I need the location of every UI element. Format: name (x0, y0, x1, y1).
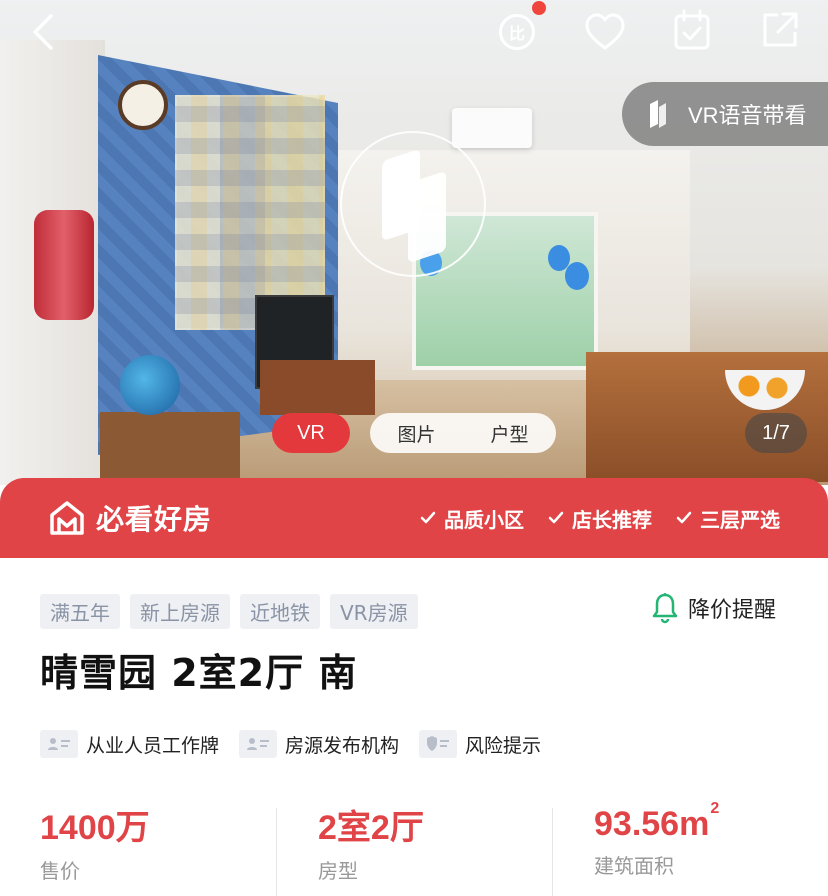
cert-label: 从业人员工作牌 (86, 734, 220, 757)
price-drop-alert-label: 降价提醒 (688, 598, 777, 623)
listing-title: 晴雪园 2室2厅 南 (40, 651, 358, 695)
heart-icon (585, 13, 625, 50)
credentials-row: 从业人员工作牌 房源发布机构 风险提示 (40, 730, 541, 758)
badge-label: 品质小区 (444, 507, 524, 532)
tab-floorplan[interactable]: 户型 (490, 420, 528, 447)
photo-tv-cabinet (260, 360, 375, 415)
photo-globe (120, 355, 180, 415)
media-tabs: VR 图片 户型 (272, 413, 556, 453)
favorite-button[interactable] (583, 10, 627, 54)
id-card-icon (239, 730, 278, 758)
divider (276, 808, 277, 896)
cert-label: 风险提示 (465, 734, 542, 757)
photo-balloon (565, 262, 589, 290)
stat-area: 93.56m2 建筑面积 (594, 800, 719, 879)
stat-area-unit-sup: 2 (710, 800, 720, 817)
id-card-icon (40, 730, 78, 758)
vr-icon (650, 100, 666, 128)
photo-ceiling-light (452, 108, 532, 148)
stat-layout-value: 2室2厅 (318, 809, 424, 847)
badge-label: 店长推荐 (572, 507, 652, 532)
tab-group: 图片 户型 (370, 413, 556, 453)
price-drop-alert-button[interactable]: 降价提醒 (652, 592, 776, 624)
stat-price-label: 售价 (40, 859, 80, 883)
house-logo-icon (50, 501, 84, 535)
tab-vr-label: VR (297, 421, 325, 444)
cert-staff-badge[interactable]: 从业人员工作牌 (40, 730, 219, 758)
vr-play-icon-back (408, 170, 446, 264)
photo-cabinet (100, 412, 240, 482)
check-icon (548, 511, 564, 524)
check-icon (420, 511, 436, 524)
cert-risk-notice[interactable]: 风险提示 (419, 730, 541, 758)
tag: 新上房源 (130, 594, 230, 629)
stat-price: 1400万 售价 (40, 800, 150, 884)
vr-voice-tour-label: VR语音带看 (688, 103, 807, 128)
tab-photos[interactable]: 图片 (397, 420, 435, 447)
tab-vr[interactable]: VR (272, 413, 350, 453)
divider (552, 808, 553, 896)
banner-badges: 品质小区 店长推荐 三层严选 (420, 478, 780, 558)
stat-area-number: 93.56m (594, 805, 710, 843)
back-icon (33, 14, 53, 50)
shield-icon (419, 730, 458, 758)
stat-area-value: 93.56m2 (594, 800, 719, 844)
compare-icon: 比 (499, 14, 535, 50)
stat-area-label: 建筑面积 (594, 854, 674, 878)
stat-layout-label: 房型 (318, 859, 358, 883)
schedule-viewing-button[interactable] (670, 8, 714, 52)
badge-item: 三层严选 (676, 504, 780, 533)
check-icon (676, 511, 692, 524)
compare-icon-text: 比 (508, 26, 525, 43)
must-see-banner: 必看好房 品质小区 店长推荐 三层严选 (0, 478, 828, 558)
photo-clock (118, 80, 168, 130)
tag: VR房源 (330, 594, 418, 629)
vr-play-button[interactable] (340, 131, 486, 277)
back-button[interactable] (22, 12, 62, 52)
stat-price-value: 1400万 (40, 809, 150, 847)
tag: 近地铁 (240, 594, 320, 629)
notification-dot (532, 1, 546, 15)
badge-label: 三层严选 (700, 507, 780, 532)
badge-item: 品质小区 (420, 504, 524, 533)
photo-punching-bag (34, 210, 94, 320)
badge-item: 店长推荐 (548, 504, 652, 533)
compare-button[interactable]: 比 (495, 10, 539, 54)
stat-layout: 2室2厅 房型 (318, 800, 424, 884)
image-counter: 1/7 (745, 413, 807, 453)
calendar-check-icon (674, 9, 710, 50)
key-stats: 1400万 售价 2室2厅 房型 93.56m2 建筑面积 (0, 800, 828, 896)
share-button[interactable] (758, 8, 802, 52)
banner-brand: 必看好房 (96, 503, 213, 536)
bell-icon (652, 593, 678, 624)
vr-voice-tour-button[interactable]: VR语音带看 (622, 82, 828, 146)
tag: 满五年 (40, 594, 120, 629)
top-bar: 比 (0, 0, 828, 64)
cert-label: 房源发布机构 (285, 734, 400, 757)
cert-publisher[interactable]: 房源发布机构 (239, 730, 399, 758)
listing-tags: 满五年 新上房源 近地铁 VR房源 (40, 594, 418, 629)
share-icon (763, 12, 798, 47)
